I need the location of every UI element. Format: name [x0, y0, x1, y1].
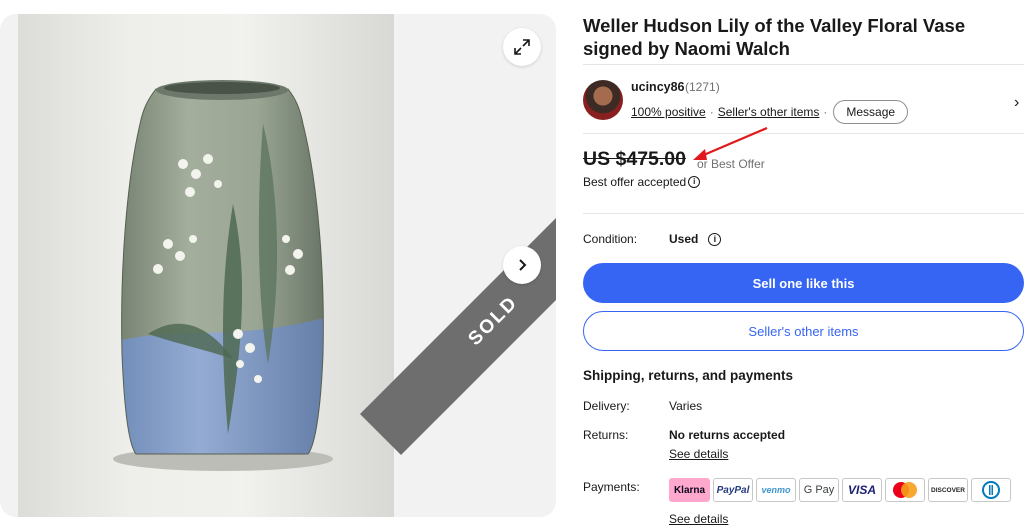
klarna-icon: Klarna	[669, 478, 710, 502]
mastercard-logo-icon	[893, 482, 917, 498]
separator: ·	[709, 105, 714, 119]
payments-label: Payments:	[583, 480, 640, 494]
offer-accepted-label: Best offer accepted	[583, 175, 687, 189]
paypal-icon: PayPal	[713, 478, 753, 502]
condition-value: Used i	[669, 232, 722, 246]
discover-icon: DISCOVER	[928, 478, 968, 502]
delivery-label: Delivery:	[583, 399, 630, 413]
divider	[583, 64, 1024, 65]
chevron-right-icon	[519, 259, 527, 271]
seller-chevron-icon[interactable]: ›	[1014, 94, 1019, 112]
separator: ·	[823, 105, 828, 119]
diners-club-icon	[971, 478, 1011, 502]
diners-club-logo-icon	[982, 481, 1000, 499]
seller-feedback-count: (1271)	[685, 80, 720, 94]
mastercard-icon	[885, 478, 925, 502]
seller-name[interactable]: ucincy86	[631, 80, 685, 94]
delivery-value: Varies	[669, 399, 703, 413]
listing-title: Weller Hudson Lily of the Valley Floral …	[583, 15, 966, 59]
vase-image	[113, 80, 333, 471]
image-gallery: SOLD	[0, 14, 556, 517]
divider	[583, 133, 1024, 134]
seller-other-items-link[interactable]: Seller's other items	[718, 105, 820, 119]
google-pay-icon: G Pay	[799, 478, 839, 502]
sell-one-like-this-button[interactable]: Sell one like this	[583, 263, 1024, 303]
condition-label: Condition:	[583, 232, 638, 246]
info-icon[interactable]: i	[688, 176, 701, 188]
sold-label: SOLD	[464, 292, 523, 350]
seller-links: 100% positive · Seller's other items · M…	[631, 100, 909, 124]
visa-icon: VISA	[842, 478, 882, 502]
venmo-icon: venmo	[756, 478, 796, 502]
payment-methods: Klarna PayPal venmo G Pay VISA DISCOVER	[669, 478, 1011, 502]
returns-label: Returns:	[583, 428, 629, 442]
sellers-other-items-button[interactable]: Seller's other items	[583, 311, 1024, 351]
condition-text: Used	[669, 232, 699, 246]
info-icon[interactable]: i	[708, 232, 722, 246]
payments-see-details-link[interactable]: See details	[669, 512, 728, 526]
best-offer-text: or Best Offer	[697, 157, 765, 171]
shipping-heading: Shipping, returns, and payments	[583, 368, 794, 383]
expand-arrows-icon	[514, 39, 530, 55]
product-photo[interactable]	[18, 14, 394, 517]
returns-see-details-link[interactable]: See details	[669, 447, 728, 461]
expand-button[interactable]	[503, 28, 541, 66]
next-image-button[interactable]	[503, 246, 541, 284]
offer-accepted: Best offer accepted i	[583, 175, 701, 189]
returns-value: No returns accepted	[669, 428, 786, 442]
positive-feedback-link[interactable]: 100% positive	[631, 105, 706, 119]
message-button[interactable]: Message	[833, 100, 909, 124]
divider	[583, 213, 1024, 214]
price: US $475.00	[583, 148, 686, 170]
avatar[interactable]	[583, 80, 623, 120]
